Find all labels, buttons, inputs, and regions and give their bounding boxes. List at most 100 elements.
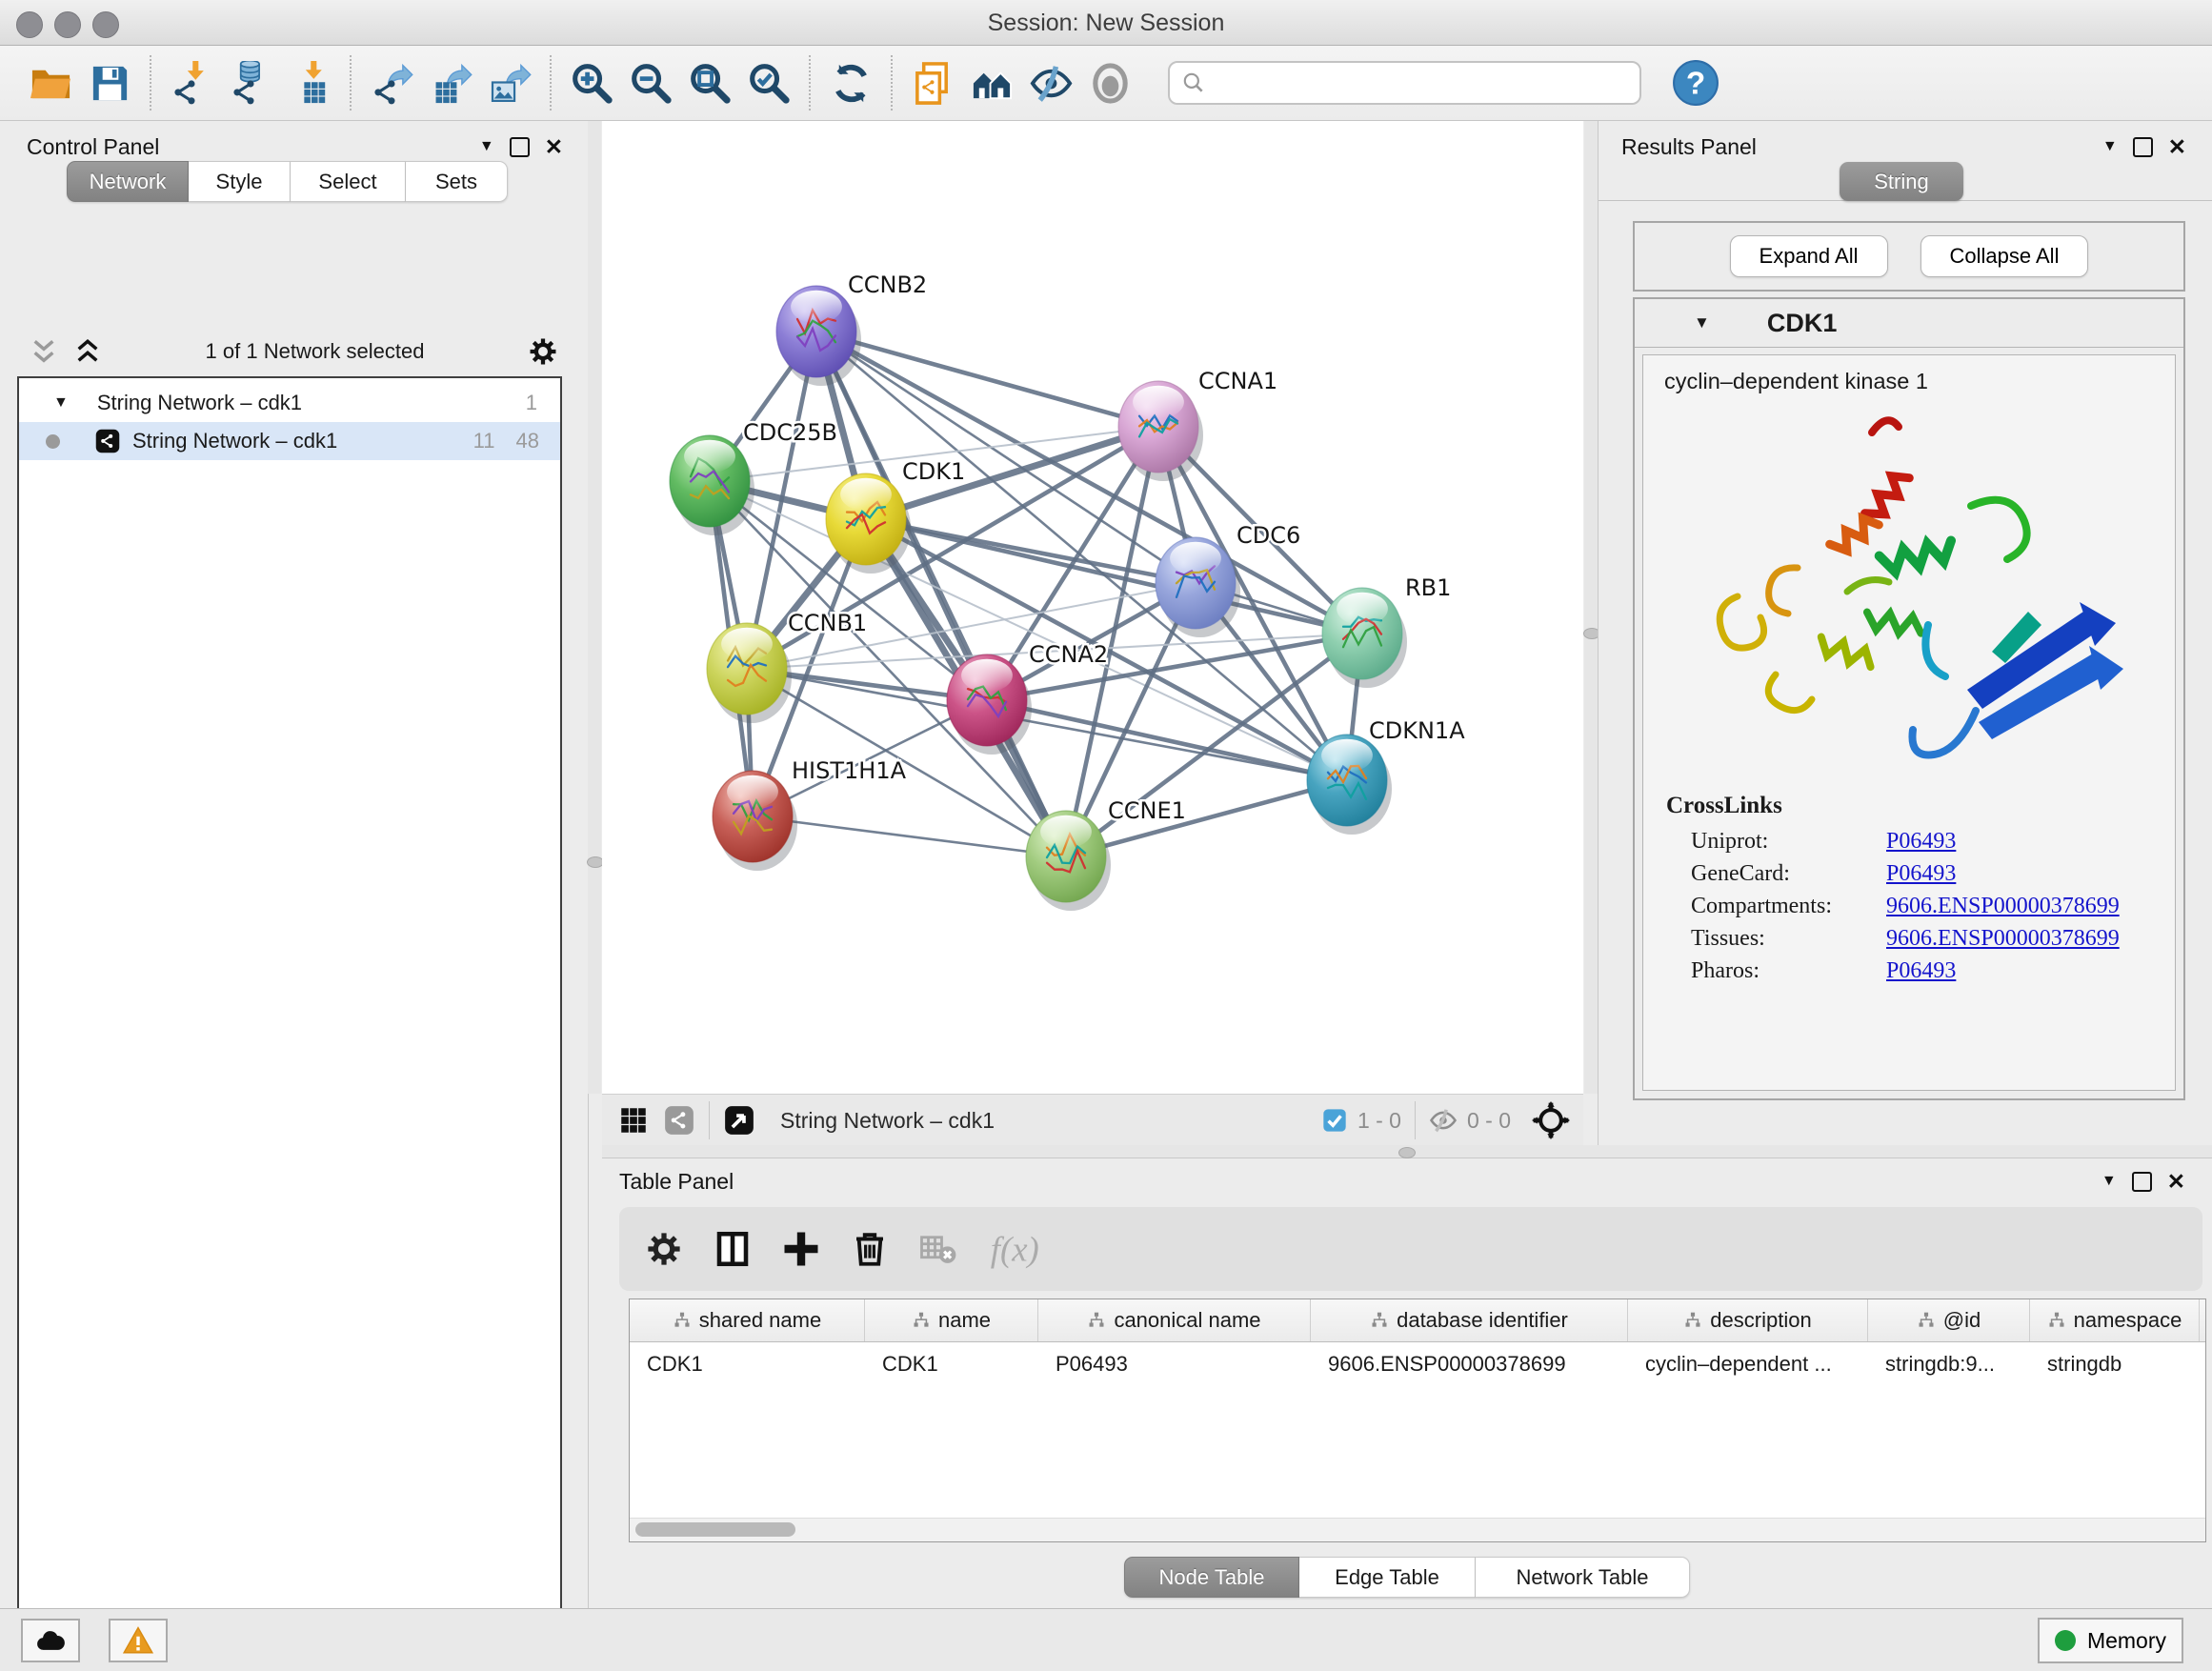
panel-float-menu-icon[interactable]: ▼ — [2101, 1173, 2117, 1190]
tab-node-table[interactable]: Node Table — [1124, 1557, 1299, 1598]
column-header--id[interactable]: @id — [1868, 1299, 2030, 1341]
network-row-selected[interactable]: String Network – cdk1 11 48 — [19, 422, 560, 460]
tab-network-table[interactable]: Network Table — [1476, 1557, 1690, 1598]
network-node-CDKN1A[interactable]: CDKN1A — [1307, 717, 1465, 835]
network-node-CCNA2[interactable]: CCNA2 — [947, 641, 1108, 755]
grid-view-icon[interactable] — [617, 1104, 650, 1137]
table-cell[interactable]: stringdb:9... — [1868, 1352, 2030, 1377]
first-neighbors-button[interactable] — [962, 52, 1021, 113]
expand-all-chevrons-icon[interactable] — [72, 336, 103, 367]
crosslink-link[interactable]: P06493 — [1886, 958, 1956, 984]
network-node-RB1[interactable]: RB1 — [1322, 574, 1451, 688]
network-node-CCNB1[interactable]: CCNB1 — [707, 610, 867, 723]
column-header-shared-name[interactable]: shared name — [630, 1299, 865, 1341]
tab-select[interactable]: Select — [291, 161, 406, 202]
save-session-button[interactable] — [80, 52, 139, 113]
panel-float-icon[interactable] — [2133, 137, 2153, 157]
column-header-canonical-name[interactable]: canonical name — [1038, 1299, 1311, 1341]
export-table-button[interactable] — [421, 52, 480, 113]
table-cell[interactable]: stringdb — [2030, 1352, 2200, 1377]
zoom-selected-button[interactable] — [739, 52, 798, 113]
collapse-triangle-icon[interactable]: ▼ — [53, 394, 69, 412]
export-image-button[interactable] — [480, 52, 539, 113]
network-edge[interactable] — [816, 332, 1362, 634]
new-network-from-selection-button[interactable] — [903, 52, 962, 113]
panel-float-menu-icon[interactable]: ▼ — [2102, 138, 2118, 155]
scrollbar-thumb[interactable] — [635, 1522, 795, 1537]
memory-button[interactable]: Memory — [2038, 1618, 2183, 1663]
crosshair-icon[interactable] — [1532, 1101, 1570, 1139]
panel-close-icon[interactable]: ✕ — [545, 136, 563, 158]
network-collection-row[interactable]: ▼ String Network – cdk1 1 — [19, 384, 560, 422]
string-network-graph[interactable]: CCNB2CCNA1CDC25BCDK1CDC6RB1CCNB1CCNA2CDK… — [602, 121, 1583, 1094]
table-cell[interactable]: CDK1 — [630, 1352, 865, 1377]
crosslink-link[interactable]: P06493 — [1886, 829, 1956, 855]
network-node-HIST1H1A[interactable]: HIST1H1A — [713, 757, 907, 871]
vertical-splitter[interactable] — [1584, 121, 1598, 1094]
column-header-name[interactable]: name — [865, 1299, 1038, 1341]
column-header-namespace[interactable]: namespace — [2030, 1299, 2200, 1341]
splitter-handle[interactable] — [1398, 1147, 1416, 1158]
tab-string[interactable]: String — [1840, 162, 1963, 201]
collapse-all-chevrons-icon[interactable] — [29, 336, 59, 367]
network-node-CDK1[interactable]: CDK1 — [826, 458, 965, 574]
string-share-icon[interactable] — [663, 1104, 695, 1137]
tab-edge-table[interactable]: Edge Table — [1299, 1557, 1476, 1598]
panel-float-icon[interactable] — [510, 137, 530, 157]
select-columns-icon[interactable] — [713, 1229, 753, 1269]
gear-icon[interactable] — [527, 335, 559, 368]
collapse-all-button[interactable]: Collapse All — [1920, 235, 2089, 277]
search-input[interactable] — [1214, 70, 1639, 96]
network-node-CDC25B[interactable]: CDC25B — [670, 419, 837, 535]
toolbar-search-field[interactable] — [1168, 61, 1641, 105]
hide-selected-button[interactable] — [1021, 52, 1080, 113]
table-cell[interactable]: P06493 — [1038, 1352, 1311, 1377]
warnings-button[interactable] — [109, 1619, 168, 1662]
zoom-out-button[interactable] — [621, 52, 680, 113]
panel-float-menu-icon[interactable]: ▼ — [479, 138, 494, 155]
open-session-button[interactable] — [21, 52, 80, 113]
panel-float-icon[interactable] — [2132, 1172, 2152, 1192]
network-edge[interactable] — [816, 332, 1158, 427]
table-cell[interactable]: cyclin–dependent ... — [1628, 1352, 1868, 1377]
cloud-status-button[interactable] — [21, 1619, 80, 1662]
expand-all-button[interactable]: Expand All — [1730, 235, 1888, 277]
apply-layout-button[interactable] — [821, 52, 880, 113]
horizontal-splitter[interactable] — [602, 1145, 2212, 1158]
vertical-splitter[interactable] — [588, 121, 601, 1094]
crosslink-link[interactable]: 9606.ENSP00000378699 — [1886, 926, 2120, 952]
tab-style[interactable]: Style — [189, 161, 291, 202]
import-network-file-button[interactable] — [162, 52, 221, 113]
network-edge[interactable] — [753, 816, 1066, 856]
table-gear-icon[interactable] — [644, 1229, 684, 1269]
help-button[interactable] — [1666, 52, 1725, 113]
panel-close-icon[interactable]: ✕ — [2168, 136, 2186, 158]
table-cell[interactable]: CDK1 — [865, 1352, 1038, 1377]
zoom-fit-button[interactable] — [680, 52, 739, 113]
zoom-in-button[interactable] — [562, 52, 621, 113]
tab-sets[interactable]: Sets — [406, 161, 508, 202]
collapse-triangle-icon[interactable]: ▼ — [1694, 313, 1710, 332]
network-node-CCNB2[interactable]: CCNB2 — [776, 272, 927, 386]
table-row[interactable]: CDK1CDK1P064939606.ENSP00000378699cyclin… — [630, 1342, 2205, 1386]
gene-header-row[interactable]: ▼ CDK1 — [1635, 299, 2183, 348]
column-header-description[interactable]: description — [1628, 1299, 1868, 1341]
birdseye-view-icon[interactable] — [723, 1104, 755, 1137]
add-column-icon[interactable] — [781, 1229, 821, 1269]
network-node-CCNE1[interactable]: CCNE1 — [1026, 797, 1186, 911]
show-all-button[interactable] — [1080, 52, 1139, 113]
selected-checkbox-icon[interactable] — [1321, 1107, 1348, 1134]
tab-network[interactable]: Network — [67, 161, 189, 202]
crosslink-link[interactable]: P06493 — [1886, 861, 1956, 887]
delete-column-icon[interactable] — [850, 1229, 890, 1269]
network-view-canvas[interactable]: CCNB2CCNA1CDC25BCDK1CDC6RB1CCNB1CCNA2CDK… — [602, 121, 1583, 1094]
import-network-database-button[interactable] — [221, 52, 280, 113]
horizontal-scrollbar[interactable] — [630, 1518, 2205, 1541]
export-network-button[interactable] — [362, 52, 421, 113]
column-header-database-identifier[interactable]: database identifier — [1311, 1299, 1628, 1341]
panel-close-icon[interactable]: ✕ — [2167, 1171, 2185, 1193]
table-cell[interactable]: 9606.ENSP00000378699 — [1311, 1352, 1628, 1377]
import-table-button[interactable] — [280, 52, 339, 113]
network-node-CDC6[interactable]: CDC6 — [1156, 522, 1300, 637]
crosslink-link[interactable]: 9606.ENSP00000378699 — [1886, 894, 2120, 919]
